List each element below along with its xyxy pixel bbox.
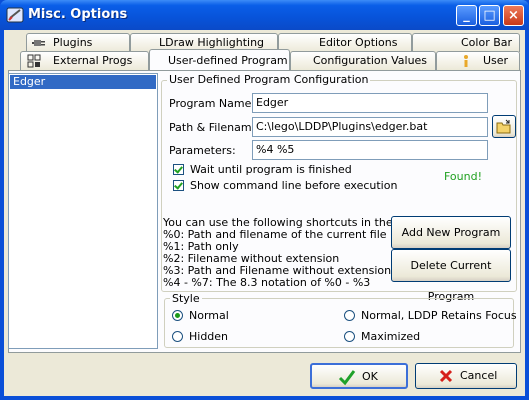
app-icon [6,7,24,23]
user-info-icon [464,55,468,67]
found-status: Found! [444,170,483,183]
tab-label: External Progs [53,54,133,67]
style-normal-retains-radio[interactable] [344,310,355,321]
show-command-label: Show command line before execution [190,179,398,192]
style-hidden-radio[interactable] [172,331,183,342]
add-program-button[interactable]: Add New Program [391,216,511,249]
tab-label: Color Bar [461,36,513,49]
close-button[interactable]: × [503,5,524,26]
minimize-button[interactable]: _ [456,5,477,26]
style-normal-retains-label: Normal, LDDP Retains Focus [361,309,517,322]
tab-user[interactable]: User [436,51,520,70]
tab-external-progs[interactable]: External Progs [20,51,149,70]
tab-plugins[interactable]: Plugins [26,33,130,52]
tab-label: LDraw Highlighting [159,36,265,49]
program-list[interactable]: Edger [8,73,158,349]
path-label: Path & Filename: [169,121,263,134]
parameters-label: Parameters: [169,144,236,157]
wait-checkbox[interactable] [173,164,184,175]
tab-label: Editor Options [319,36,398,49]
tab-editor-options[interactable]: Editor Options [278,33,412,52]
program-name-input[interactable]: Edger [252,93,488,113]
style-maximized-label: Maximized [361,330,421,343]
plug-icon [32,40,45,46]
style-maximized-radio[interactable] [344,331,355,342]
dialog-body: Plugins LDraw Highlighting Editor Option… [4,30,525,396]
tab-label: Plugins [53,36,93,49]
delete-program-button[interactable]: Delete Current Program [391,249,511,303]
tab-label: User [483,54,509,67]
maximize-button[interactable]: □ [479,5,500,26]
ok-label: OK [362,370,378,383]
cancel-label: Cancel [460,369,498,382]
tab-label: Configuration Values [313,54,428,67]
ok-button[interactable]: OK [310,363,408,389]
style-hidden-label: Hidden [189,330,229,343]
program-name-label: Program Name [169,97,252,110]
tab-label: User-defined Program [168,54,288,67]
windows-grid-icon [27,54,41,68]
tab-color-bar[interactable]: Color Bar [412,33,520,52]
style-normal-radio[interactable] [172,310,183,321]
cancel-button[interactable]: Cancel [415,363,517,389]
style-group-label: Style [170,292,202,305]
list-item[interactable]: Edger [10,75,156,89]
path-input[interactable]: C:\lego\LDDP\Plugins\edger.bat [252,117,488,137]
open-folder-icon [496,119,511,134]
window: Misc. Options _ □ × Plugins LDraw Highli… [0,0,529,400]
window-title: Misc. Options [28,7,128,22]
tab-configuration-values[interactable]: Configuration Values [290,51,436,70]
style-normal-label: Normal [189,309,229,322]
checkmark-icon [338,370,356,386]
show-command-checkbox[interactable] [173,180,184,191]
config-group-label: User Defined Program Configuration [167,73,371,86]
wait-label: Wait until program is finished [190,163,352,176]
parameters-input[interactable]: %4 %5 [252,140,488,160]
browse-button[interactable] [492,115,516,138]
title-bar[interactable]: Misc. Options _ □ × [0,0,529,30]
cancel-x-icon [439,369,453,383]
tab-user-defined-program[interactable]: User-defined Program [149,49,290,70]
